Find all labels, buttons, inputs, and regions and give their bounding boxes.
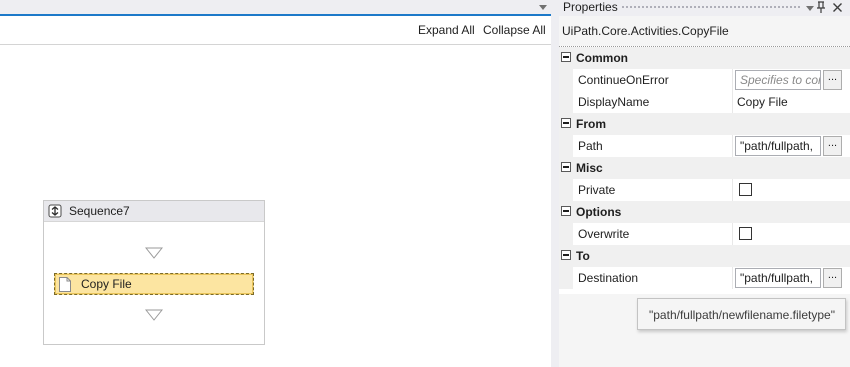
property-name: Private <box>578 183 616 197</box>
destination-input[interactable]: "path/fullpath, <box>735 268 821 288</box>
drop-arrow-icon[interactable] <box>145 247 163 259</box>
property-name: Path <box>578 139 603 153</box>
continueonerror-input[interactable]: Specifies to cor <box>735 70 821 90</box>
property-name: Overwrite <box>578 227 630 241</box>
property-name: Destination <box>578 271 639 285</box>
designer-tab-strip <box>0 0 551 16</box>
copy-file-label: Copy File <box>81 277 132 291</box>
workspace: Expand All Collapse All Sequence7 Copy F… <box>0 0 850 367</box>
path-input[interactable]: "path/fullpath, <box>735 136 821 156</box>
category-common[interactable]: Common <box>559 47 850 69</box>
pin-icon[interactable] <box>815 1 827 14</box>
destination-ellipsis-button[interactable]: ... <box>823 268 842 288</box>
property-row-path: Path "path/fullpath, ... <box>559 135 850 157</box>
property-row-displayname: DisplayName Copy File <box>559 91 850 113</box>
category-misc[interactable]: Misc <box>559 157 850 179</box>
category-label: Common <box>576 51 628 65</box>
continueonerror-ellipsis-button[interactable]: ... <box>823 70 842 90</box>
displayname-input[interactable]: Copy File <box>737 95 788 109</box>
collapse-toggle-icon[interactable] <box>561 206 571 216</box>
property-row-destination: Destination "path/fullpath, ... <box>559 267 850 289</box>
expand-all-button[interactable]: Expand All <box>418 23 475 37</box>
collapse-toggle-icon[interactable] <box>561 52 571 62</box>
workflow-designer: Expand All Collapse All Sequence7 Copy F… <box>0 0 551 367</box>
close-icon[interactable] <box>832 2 843 13</box>
properties-titlebar: Properties <box>559 0 850 16</box>
copy-file-activity[interactable]: Copy File <box>54 273 254 295</box>
designer-toolbar: Expand All Collapse All <box>0 16 551 45</box>
property-name: DisplayName <box>578 95 650 109</box>
private-checkbox[interactable] <box>739 183 752 196</box>
property-row-continueonerror: ContinueOnError Specifies to cor ... <box>559 69 850 91</box>
collapse-toggle-icon[interactable] <box>561 118 571 128</box>
property-name: ContinueOnError <box>578 73 669 87</box>
sequence-title: Sequence7 <box>69 204 130 218</box>
category-label: Misc <box>576 161 603 175</box>
property-grid: Common ContinueOnError Specifies to cor … <box>559 46 850 294</box>
drag-grip[interactable] <box>621 5 801 10</box>
activity-type-name: UiPath.Core.Activities.CopyFile <box>562 24 729 38</box>
category-label: Options <box>576 205 622 219</box>
menu-dropdown-icon[interactable] <box>538 2 548 12</box>
category-options[interactable]: Options <box>559 201 850 223</box>
category-label: From <box>576 117 606 131</box>
drop-arrow-icon[interactable] <box>145 309 163 321</box>
category-to[interactable]: To <box>559 245 850 267</box>
category-label: To <box>576 249 590 263</box>
sequence-icon <box>48 204 62 218</box>
panel-splitter[interactable] <box>551 0 559 367</box>
category-from[interactable]: From <box>559 113 850 135</box>
sequence-header[interactable]: Sequence7 <box>44 201 264 222</box>
chevron-down-icon[interactable] <box>805 3 815 13</box>
value-tooltip: "path/fullpath/newfilename.filetype" <box>637 298 846 330</box>
overwrite-checkbox[interactable] <box>739 227 752 240</box>
path-ellipsis-button[interactable]: ... <box>823 136 842 156</box>
sequence-container[interactable]: Sequence7 Copy File <box>43 200 265 345</box>
properties-title: Properties <box>563 0 618 14</box>
collapse-toggle-icon[interactable] <box>561 250 571 260</box>
collapse-toggle-icon[interactable] <box>561 162 571 172</box>
document-icon <box>59 277 71 292</box>
collapse-all-button[interactable]: Collapse All <box>483 23 546 37</box>
property-row-private: Private <box>559 179 850 201</box>
property-row-overwrite: Overwrite <box>559 223 850 245</box>
